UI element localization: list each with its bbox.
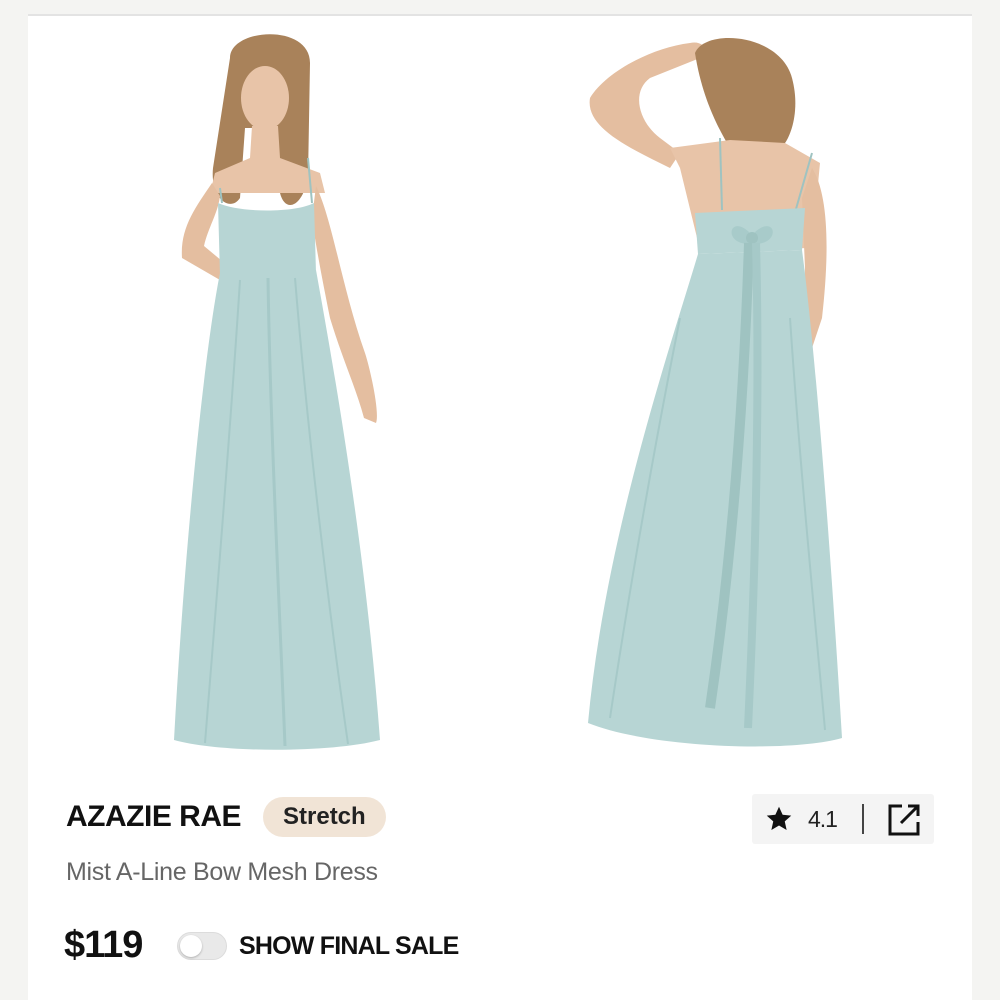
brand-name: AZAZIE RAE: [66, 800, 242, 833]
model-front-illustration: [174, 34, 380, 750]
product-price: $119: [64, 924, 143, 966]
toggle-knob: [180, 935, 202, 957]
final-sale-toggle[interactable]: [177, 932, 227, 960]
divider: [28, 14, 972, 16]
rating-box: 4.1: [752, 794, 934, 844]
model-back-illustration: [588, 38, 842, 747]
final-sale-label: SHOW FINAL SALE: [239, 932, 459, 960]
product-image-back[interactable]: [530, 18, 930, 758]
stretch-badge: Stretch: [263, 797, 386, 837]
external-link-icon[interactable]: [886, 802, 922, 838]
star-icon: [766, 806, 792, 830]
product-image-front[interactable]: [80, 18, 480, 758]
rating-divider: [862, 804, 864, 834]
product-title: Mist A-Line Bow Mesh Dress: [66, 858, 378, 886]
rating-value: 4.1: [808, 806, 838, 832]
